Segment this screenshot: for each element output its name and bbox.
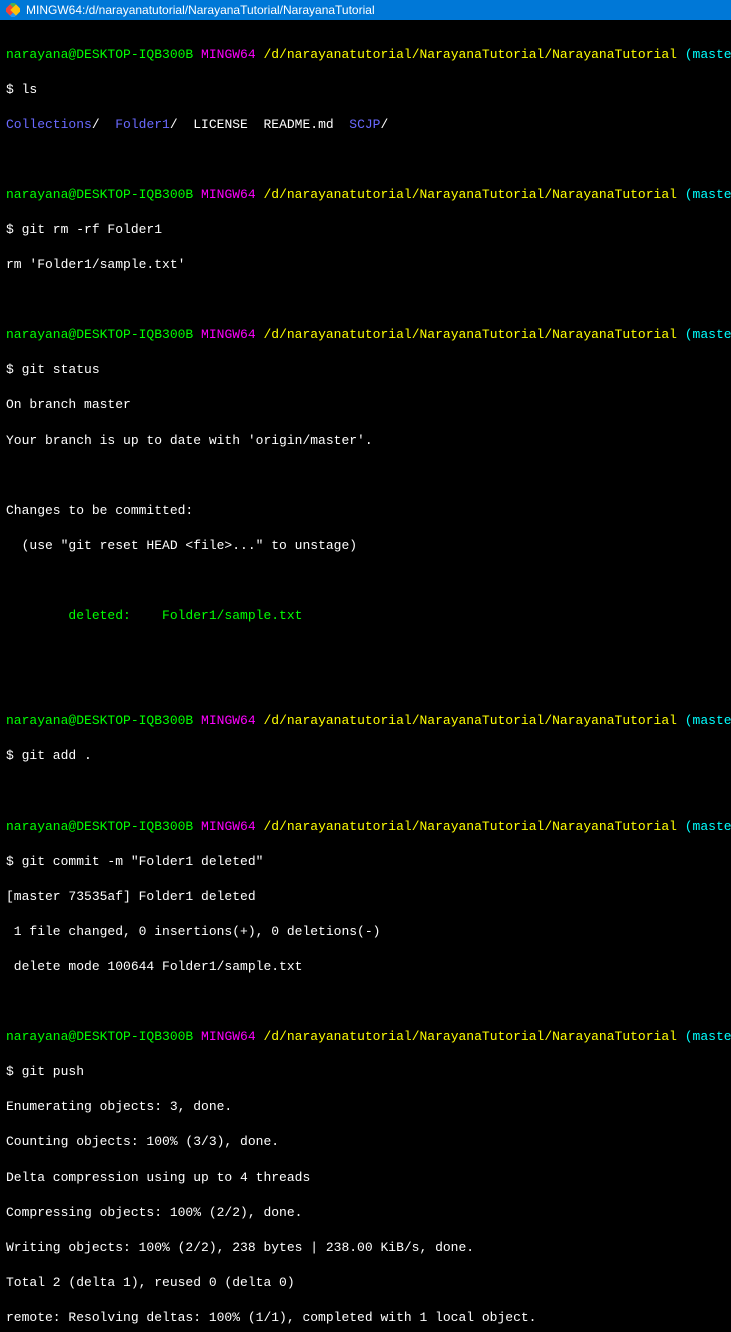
prompt-line: narayana@DESKTOP-IQB300B MINGW64 /d/nara… <box>6 186 725 204</box>
output-line: Writing objects: 100% (2/2), 238 bytes |… <box>6 1239 725 1257</box>
window-titlebar: MINGW64:/d/narayanatutorial/NarayanaTuto… <box>0 0 731 20</box>
blank-line <box>6 572 725 590</box>
output-line: Compressing objects: 100% (2/2), done. <box>6 1204 725 1222</box>
blank-line <box>6 677 725 695</box>
blank-line <box>6 467 725 485</box>
output-line: Counting objects: 100% (3/3), done. <box>6 1133 725 1151</box>
output-line-deleted: deleted: Folder1/sample.txt <box>6 607 725 625</box>
output-line: delete mode 100644 Folder1/sample.txt <box>6 958 725 976</box>
output-line: remote: Resolving deltas: 100% (1/1), co… <box>6 1309 725 1327</box>
dir-entry: SCJP <box>349 117 380 132</box>
window-title: MINGW64:/d/narayanatutorial/NarayanaTuto… <box>26 3 375 17</box>
output-line: Your branch is up to date with 'origin/m… <box>6 432 725 450</box>
prompt-line: narayana@DESKTOP-IQB300B MINGW64 /d/nara… <box>6 712 725 730</box>
output-line: [master 73535af] Folder1 deleted <box>6 888 725 906</box>
file-entry: LICENSE README.md <box>193 117 349 132</box>
command-line: $ git add . <box>6 747 725 765</box>
output-line: rm 'Folder1/sample.txt' <box>6 256 725 274</box>
blank-line <box>6 993 725 1011</box>
prompt-line: narayana@DESKTOP-IQB300B MINGW64 /d/nara… <box>6 818 725 836</box>
output-line: Total 2 (delta 1), reused 0 (delta 0) <box>6 1274 725 1292</box>
output-line: 1 file changed, 0 insertions(+), 0 delet… <box>6 923 725 941</box>
output-line: (use "git reset HEAD <file>..." to unsta… <box>6 537 725 555</box>
output-line: Collections/ Folder1/ LICENSE README.md … <box>6 116 725 134</box>
command-line: $ git status <box>6 361 725 379</box>
output-line: Delta compression using up to 4 threads <box>6 1169 725 1187</box>
command-line: $ git commit -m "Folder1 deleted" <box>6 853 725 871</box>
dir-entry: Folder1 <box>115 117 170 132</box>
dir-entry: Collections <box>6 117 92 132</box>
prompt-env: MINGW64 <box>201 47 256 62</box>
blank-line <box>6 642 725 660</box>
terminal-area[interactable]: narayana@DESKTOP-IQB300B MINGW64 /d/nara… <box>0 20 731 1332</box>
blank-line <box>6 151 725 169</box>
blank-line <box>6 783 725 801</box>
blank-line <box>6 291 725 309</box>
prompt-branch: (master) <box>685 47 731 62</box>
prompt-line: narayana@DESKTOP-IQB300B MINGW64 /d/nara… <box>6 46 725 64</box>
output-line: Enumerating objects: 3, done. <box>6 1098 725 1116</box>
command-line: $ git rm -rf Folder1 <box>6 221 725 239</box>
output-line: Changes to be committed: <box>6 502 725 520</box>
command-line: $ ls <box>6 81 725 99</box>
git-bash-icon <box>6 3 20 17</box>
prompt-line: narayana@DESKTOP-IQB300B MINGW64 /d/nara… <box>6 326 725 344</box>
prompt-path: /d/narayanatutorial/NarayanaTutorial/Nar… <box>263 47 676 62</box>
output-line: On branch master <box>6 396 725 414</box>
prompt-line: narayana@DESKTOP-IQB300B MINGW64 /d/nara… <box>6 1028 725 1046</box>
command-line: $ git push <box>6 1063 725 1081</box>
prompt-user: narayana@DESKTOP-IQB300B <box>6 47 193 62</box>
